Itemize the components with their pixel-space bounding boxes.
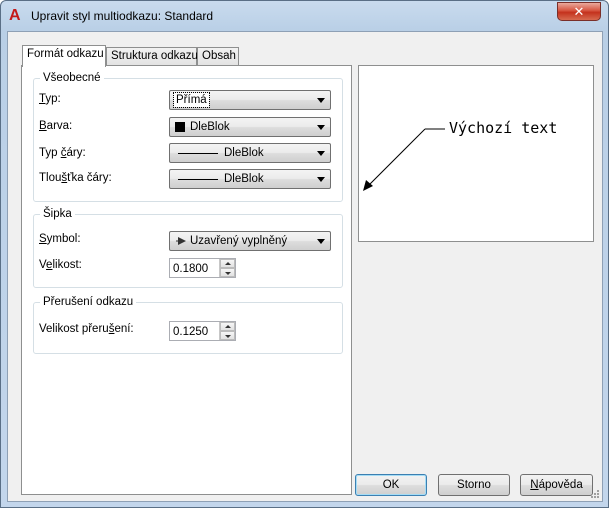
lineweight-label: Tloušťka čáry: bbox=[39, 172, 112, 184]
group-title-landing-break: Přerušení odkazu bbox=[40, 295, 137, 309]
arrow-size-label: Velikost: bbox=[39, 259, 82, 271]
break-size-label: Velikost přerušení: bbox=[39, 323, 134, 335]
cancel-button-label: Storno bbox=[457, 479, 491, 491]
cancel-button[interactable]: Storno bbox=[438, 474, 510, 496]
linetype-label: Typ čáry: bbox=[39, 147, 86, 159]
help-button[interactable]: Nápověda bbox=[520, 474, 593, 496]
spin-up-arrow-icon[interactable] bbox=[220, 322, 235, 331]
leader-arrowhead-icon bbox=[363, 180, 373, 191]
arrow-size-spinner[interactable]: 0.1800 bbox=[169, 258, 236, 278]
break-size-spinner[interactable]: 0.1250 bbox=[169, 321, 236, 341]
linetype-dropdown[interactable]: DleBlok bbox=[169, 143, 331, 163]
ok-button-label: OK bbox=[382, 479, 400, 491]
chevron-down-icon bbox=[317, 98, 325, 103]
chevron-down-icon bbox=[317, 239, 325, 244]
arrow-size-value[interactable]: 0.1800 bbox=[173, 262, 208, 276]
tab-label: Formát odkazu bbox=[27, 48, 104, 60]
symbol-label: Symbol: bbox=[39, 233, 81, 245]
landing-break-group: Přerušení odkazu Velikost přerušení: 0.1… bbox=[33, 295, 343, 354]
lineweight-dropdown[interactable]: DleBlok bbox=[169, 169, 331, 189]
spin-down-arrow-icon[interactable] bbox=[220, 331, 235, 340]
linetype-dropdown-value: DleBlok bbox=[224, 147, 264, 159]
preview-pane: Výchozí text bbox=[358, 65, 594, 242]
color-dropdown-value: DleBlok bbox=[190, 121, 230, 133]
symbol-dropdown-value: Uzavřený vyplněný bbox=[190, 235, 288, 247]
tab-content[interactable]: Obsah bbox=[197, 47, 239, 65]
close-button[interactable]: ✕ bbox=[557, 2, 601, 21]
spin-down-arrow-icon[interactable] bbox=[220, 268, 235, 277]
color-label: Barva: bbox=[39, 120, 73, 132]
autocad-logo-icon: A bbox=[9, 7, 21, 24]
chevron-down-icon bbox=[317, 151, 325, 156]
line-sample-icon bbox=[178, 179, 218, 180]
spin-up-arrow-icon[interactable] bbox=[220, 259, 235, 268]
leader-preview-drawing: Výchozí text bbox=[363, 119, 557, 191]
tab-label: Obsah bbox=[202, 50, 236, 62]
spinner-buttons bbox=[219, 322, 235, 340]
leader-line bbox=[365, 128, 426, 189]
type-dropdown[interactable]: Přímá bbox=[169, 90, 331, 110]
color-dropdown[interactable]: DleBlok bbox=[169, 117, 331, 137]
dialog-client-area: Formát odkazu Struktura odkazu Obsah Vše… bbox=[7, 31, 603, 502]
window-title: Upravit styl multiodkazu: Standard bbox=[31, 9, 214, 23]
chevron-down-icon bbox=[317, 177, 325, 182]
chevron-down-icon bbox=[317, 125, 325, 130]
tab-panel-leader-format: Všeobecné Typ: Přímá Barva: DleBlok Typ … bbox=[21, 65, 352, 495]
close-icon: ✕ bbox=[573, 4, 585, 19]
line-sample-icon bbox=[178, 153, 218, 154]
dialog-window: A Upravit styl multiodkazu: Standard ✕ F… bbox=[0, 0, 609, 508]
tab-leader-format[interactable]: Formát odkazu bbox=[22, 45, 106, 67]
preview-text: Výchozí text bbox=[449, 119, 557, 137]
group-title-arrowhead: Šipka bbox=[40, 207, 75, 221]
arrowhead-group: Šipka Symbol: Uzavřený vyplněný Velikost… bbox=[33, 207, 343, 288]
type-dropdown-value: Přímá bbox=[173, 92, 210, 108]
type-label: Typ: bbox=[39, 93, 61, 105]
tab-label: Struktura odkazu bbox=[111, 50, 198, 62]
group-title-general: Všeobecné bbox=[40, 71, 104, 85]
help-button-label: Nápověda bbox=[530, 479, 583, 491]
tab-leader-structure[interactable]: Struktura odkazu bbox=[106, 47, 198, 65]
color-swatch-icon bbox=[175, 122, 185, 132]
lineweight-dropdown-value: DleBlok bbox=[224, 173, 264, 185]
resize-grip-icon[interactable] bbox=[590, 489, 600, 499]
ok-button[interactable]: OK bbox=[355, 474, 427, 496]
closed-filled-arrow-icon bbox=[176, 237, 186, 245]
spinner-buttons bbox=[219, 259, 235, 277]
break-size-value[interactable]: 0.1250 bbox=[173, 325, 208, 339]
general-group: Všeobecné Typ: Přímá Barva: DleBlok Typ … bbox=[33, 71, 343, 202]
symbol-dropdown[interactable]: Uzavřený vyplněný bbox=[169, 231, 331, 251]
title-bar[interactable]: A Upravit styl multiodkazu: Standard ✕ bbox=[1, 1, 608, 31]
